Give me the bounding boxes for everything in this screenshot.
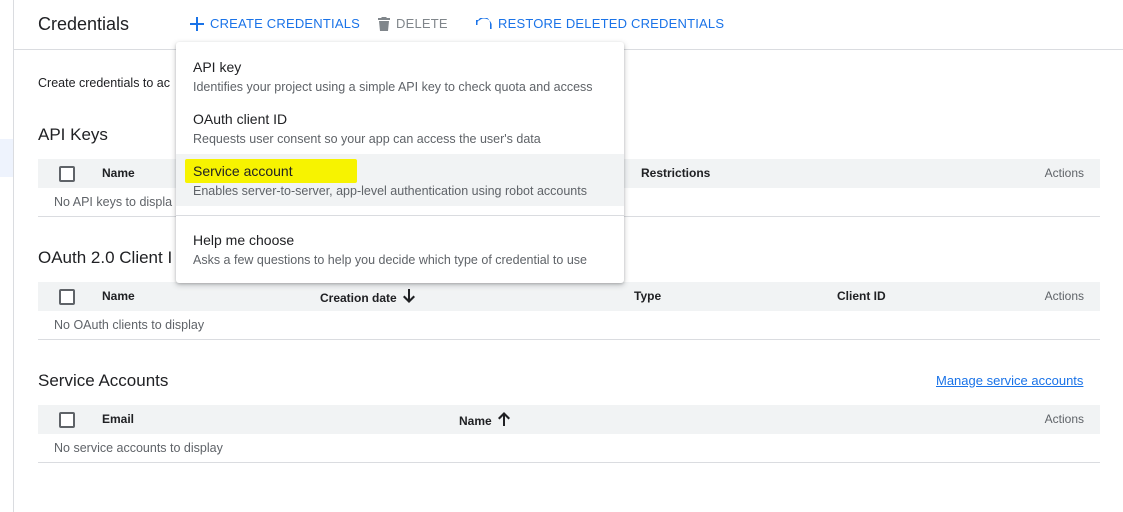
intro-text: Create credentials to ac	[38, 76, 171, 90]
service-accounts-empty-text: No service accounts to display	[54, 441, 223, 455]
left-nav-rail	[0, 0, 14, 512]
service-accounts-table-header: Email Name Actions	[38, 405, 1100, 434]
arrow-up-icon	[497, 412, 510, 429]
column-actions: Actions	[1044, 166, 1084, 180]
delete-button[interactable]: DELETE	[378, 16, 448, 31]
service-accounts-empty-row: No service accounts to display	[38, 434, 1100, 463]
menu-item-title: Help me choose	[193, 232, 295, 248]
plus-icon	[190, 16, 204, 31]
restore-label: RESTORE DELETED CREDENTIALS	[498, 16, 725, 31]
nav-active-indicator	[0, 139, 13, 177]
menu-item-description: Requests user consent so your app can ac…	[193, 132, 541, 146]
name-label: Name	[459, 413, 492, 428]
trash-icon	[378, 16, 390, 31]
menu-item-description: Asks a few questions to help you decide …	[193, 253, 587, 267]
menu-item-title: API key	[193, 59, 242, 75]
create-credentials-button[interactable]: CREATE CREDENTIALS	[190, 16, 360, 31]
oauth-title: OAuth 2.0 Client I	[38, 248, 173, 267]
arrow-down-icon	[402, 289, 415, 306]
create-credentials-menu: API key Identifies your project using a …	[176, 42, 624, 283]
create-credentials-label: CREATE CREDENTIALS	[210, 16, 360, 31]
column-actions: Actions	[1044, 412, 1084, 426]
column-name[interactable]: Name	[459, 412, 510, 429]
oauth-empty-text: No OAuth clients to display	[54, 318, 205, 332]
undo-icon	[476, 17, 492, 30]
column-name[interactable]: Name	[102, 166, 135, 180]
oauth-table-header: Name Creation date Type Client ID Action…	[38, 282, 1100, 311]
menu-item-description: Enables server-to-server, app-level auth…	[193, 184, 587, 198]
creation-date-label: Creation date	[320, 290, 397, 305]
column-email[interactable]: Email	[102, 412, 134, 426]
restore-deleted-credentials-button[interactable]: RESTORE DELETED CREDENTIALS	[476, 16, 724, 31]
api-keys-title: API Keys	[38, 125, 108, 144]
column-actions: Actions	[1044, 289, 1084, 303]
column-restrictions[interactable]: Restrictions	[641, 166, 710, 180]
menu-item-description: Identifies your project using a simple A…	[193, 80, 593, 94]
select-all-api-keys-checkbox[interactable]	[59, 166, 75, 182]
api-keys-empty-text: No API keys to displa	[54, 195, 173, 209]
menu-item-service-account[interactable]: Service account Enables server-to-server…	[176, 154, 624, 206]
page-title: Credentials	[38, 14, 130, 34]
select-all-service-accounts-checkbox[interactable]	[59, 412, 75, 428]
menu-item-title: Service account	[193, 163, 293, 179]
menu-item-help-me-choose[interactable]: Help me choose Asks a few questions to h…	[176, 224, 624, 276]
service-accounts-title: Service Accounts	[38, 371, 169, 390]
column-client-id[interactable]: Client ID	[837, 289, 886, 303]
column-type[interactable]: Type	[634, 289, 661, 303]
menu-divider	[176, 215, 624, 216]
menu-item-title: OAuth client ID	[193, 111, 288, 127]
menu-item-api-key[interactable]: API key Identifies your project using a …	[176, 50, 624, 102]
menu-item-oauth-client-id[interactable]: OAuth client ID Requests user consent so…	[176, 102, 624, 154]
manage-service-accounts-link[interactable]: Manage service accounts	[936, 373, 1083, 388]
delete-label: DELETE	[396, 16, 448, 31]
select-all-oauth-checkbox[interactable]	[59, 289, 75, 305]
column-creation-date[interactable]: Creation date	[320, 289, 415, 306]
oauth-empty-row: No OAuth clients to display	[38, 311, 1100, 340]
column-name[interactable]: Name	[102, 289, 135, 303]
